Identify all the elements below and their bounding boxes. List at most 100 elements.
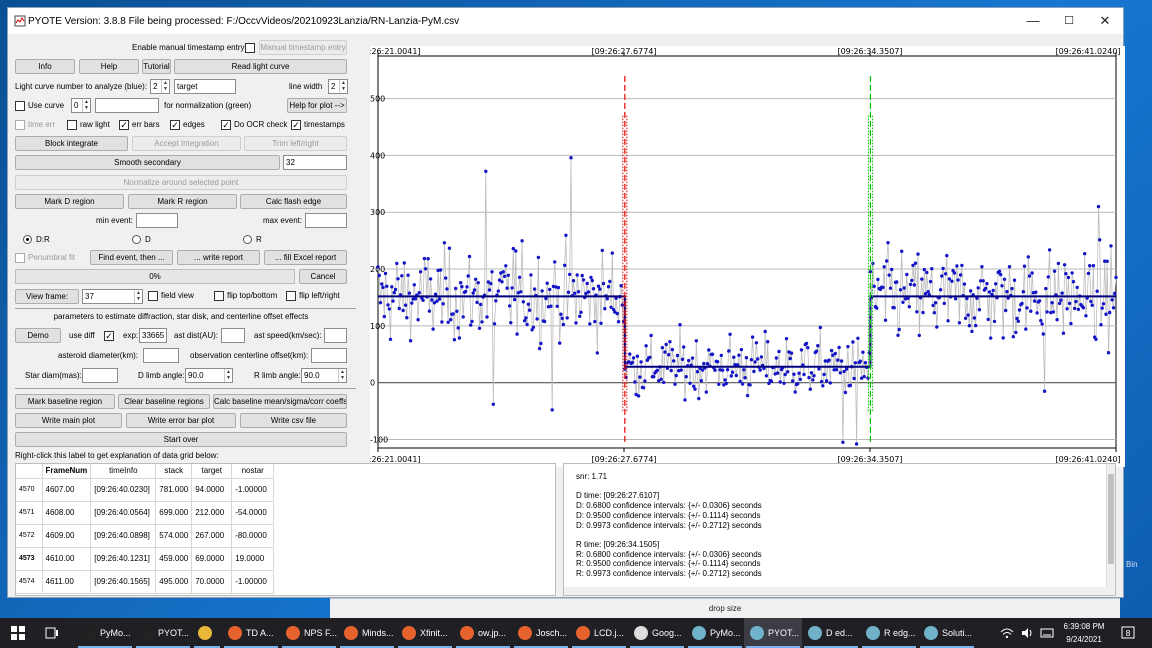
asteroid-diameter-field[interactable] (143, 348, 179, 363)
write-report-button[interactable]: ... write report (177, 250, 260, 265)
d-limb-spinner[interactable]: 90.0 ▲ ▼ (185, 368, 233, 383)
max-event-field[interactable] (305, 213, 347, 228)
title-bar[interactable]: PYOTE Version: 3.8.8 File being processe… (8, 8, 1123, 34)
mark-baseline-button[interactable]: Mark baseline region (15, 394, 115, 409)
spinner-arrows-icon[interactable]: ▲ ▼ (224, 369, 232, 382)
read-light-curve-button[interactable]: Read light curve (174, 59, 347, 74)
star-diam-field[interactable] (82, 368, 118, 383)
spinner-arrows-icon[interactable]: ▲ ▼ (82, 99, 90, 112)
keyboard-icon[interactable] (1040, 626, 1054, 640)
view-frame-button[interactable]: View frame: (15, 289, 79, 304)
table-cell[interactable]: -1.00000 (231, 570, 275, 594)
plot-svg[interactable]: -1000100200300400500[09:26:21.0041][09:2… (370, 46, 1125, 467)
ast-speed-field[interactable] (324, 328, 347, 343)
smooth-secondary-button[interactable]: Smooth secondary (15, 155, 280, 170)
taskbar-app[interactable]: Josch... (512, 618, 570, 648)
table-cell[interactable]: -1.00000 (231, 478, 275, 502)
clock[interactable]: 6:39:08 PM 9/24/2021 (1058, 620, 1110, 646)
normalize-button[interactable]: Normalize around selected point (15, 175, 347, 190)
time-err-checkbox[interactable] (15, 120, 25, 130)
table-row[interactable]: 4570 4607.00 [09:26:40.0230] 781.000 94.0000… (16, 478, 275, 502)
table-cell[interactable]: [09:26:40.1565] (90, 570, 157, 594)
taskbar-app[interactable]: PYOT... (744, 618, 802, 648)
spinner-arrows-icon[interactable]: ▲ ▼ (161, 80, 169, 93)
cancel-button[interactable]: Cancel (299, 269, 347, 284)
exp-field[interactable]: 33665 (139, 328, 167, 343)
write-csv-button[interactable]: Write csv file (240, 413, 347, 428)
penumbral-fit-checkbox[interactable] (15, 253, 25, 263)
table-cell[interactable]: 4611.00 (42, 570, 92, 594)
row-header[interactable]: 4571 (16, 501, 43, 525)
start-windows-icon[interactable] (10, 625, 26, 641)
row-header[interactable]: 4572 (16, 524, 43, 548)
trim-button[interactable]: Trim left/right (244, 136, 347, 151)
do-ocr-checkbox[interactable]: ✓ (221, 120, 231, 130)
write-main-plot-button[interactable]: Write main plot (15, 413, 122, 428)
taskbar-app[interactable]: PYOT... (134, 618, 192, 648)
taskbar-app[interactable]: TD A... (222, 618, 280, 648)
taskbar-app[interactable] (192, 618, 222, 648)
find-event-button[interactable]: Find event, then ... (90, 250, 173, 265)
data-grid-help-label[interactable]: Right-click this label to get explanatio… (15, 451, 219, 461)
table-cell[interactable]: [09:26:40.1231] (90, 547, 157, 571)
calc-flash-edge-button[interactable]: Calc flash edge (240, 194, 347, 209)
table-cell[interactable]: [09:26:40.0564] (90, 501, 157, 525)
column-header[interactable]: stack (155, 464, 193, 479)
column-header[interactable]: FrameNum (42, 464, 92, 479)
column-header[interactable]: target (191, 464, 233, 479)
taskbar-app[interactable]: ow.jp... (454, 618, 512, 648)
background-window[interactable]: drop size (330, 598, 1120, 618)
table-cell[interactable]: 574.000 (155, 524, 193, 548)
clear-baseline-button[interactable]: Clear baseline regions (118, 394, 210, 409)
use-curve-checkbox[interactable] (15, 101, 25, 111)
close-button[interactable]: ✕ (1087, 8, 1123, 34)
tutorial-button[interactable]: Tutorial (142, 59, 171, 74)
use-diff-checkbox[interactable]: ✓ (104, 331, 114, 341)
raw-light-checkbox[interactable] (67, 120, 77, 130)
taskbar-app[interactable]: Soluti... (918, 618, 976, 648)
manual-timestamp-button[interactable]: Manual timestamp entry (259, 40, 347, 55)
table-cell[interactable]: -54.0000 (231, 501, 275, 525)
light-curve-number-spinner[interactable]: 2 ▲ ▼ (150, 79, 170, 94)
taskbar-app[interactable]: Xfinit... (396, 618, 454, 648)
table-cell[interactable]: -80.0000 (231, 524, 275, 548)
use-curve-spinner[interactable]: 0 ▲ ▼ (71, 98, 91, 113)
table-row[interactable]: 4574 4611.00 [09:26:40.1565] 495.000 70.0000… (16, 570, 275, 594)
table-cell[interactable]: [09:26:40.0898] (90, 524, 157, 548)
table-row[interactable]: 4572 4609.00 [09:26:40.0898] 574.000 267.000… (16, 524, 275, 548)
table-row[interactable]: 4571 4608.00 [09:26:40.0564] 699.000 212.000… (16, 501, 275, 525)
taskbar-app[interactable]: Minds... (338, 618, 396, 648)
table-cell[interactable]: 69.0000 (191, 547, 233, 571)
table-cell[interactable]: 4609.00 (42, 524, 92, 548)
err-bars-checkbox[interactable]: ✓ (119, 120, 129, 130)
minimize-button[interactable]: — (1015, 8, 1051, 34)
view-frame-spinner[interactable]: 37 ▲ ▼ (82, 289, 143, 304)
results-text-output[interactable]: snr: 1.71 D time: [09:26:27.6107] D: 0.680… (563, 463, 1116, 596)
radio-r[interactable] (243, 235, 252, 244)
table-cell[interactable]: 459.000 (155, 547, 193, 571)
spinner-arrows-icon[interactable]: ▲ ▼ (338, 369, 346, 382)
flip-left-right-checkbox[interactable] (286, 291, 296, 301)
column-header[interactable]: nostar (231, 464, 275, 479)
enable-manual-timestamp-checkbox[interactable] (245, 43, 255, 53)
centerline-offset-field[interactable] (311, 348, 347, 363)
accept-integration-button[interactable]: Accept Integration (132, 136, 241, 151)
table-cell[interactable]: 699.000 (155, 501, 193, 525)
table-cell[interactable]: 4610.00 (42, 547, 92, 571)
normalization-curve-field[interactable] (95, 98, 159, 113)
row-header[interactable]: 4574 (16, 570, 43, 594)
vertical-scrollbar[interactable] (1106, 464, 1115, 595)
table-cell[interactable]: 4608.00 (42, 501, 92, 525)
timestamps-checkbox[interactable]: ✓ (291, 120, 301, 130)
taskbar-app[interactable]: NPS F... (280, 618, 338, 648)
table-cell[interactable]: 495.000 (155, 570, 193, 594)
taskbar-app[interactable]: Goog... (628, 618, 686, 648)
min-event-field[interactable] (136, 213, 178, 228)
table-cell[interactable]: 94.0000 (191, 478, 233, 502)
ast-dist-field[interactable] (221, 328, 245, 343)
start-over-button[interactable]: Start over (15, 432, 347, 447)
light-curve-name-field[interactable]: target (174, 79, 236, 94)
calc-baseline-button[interactable]: Calc baseline mean/sigma/corr coeffs (213, 394, 347, 409)
row-header[interactable]: 4570 (16, 478, 43, 502)
radio-d[interactable] (132, 235, 141, 244)
